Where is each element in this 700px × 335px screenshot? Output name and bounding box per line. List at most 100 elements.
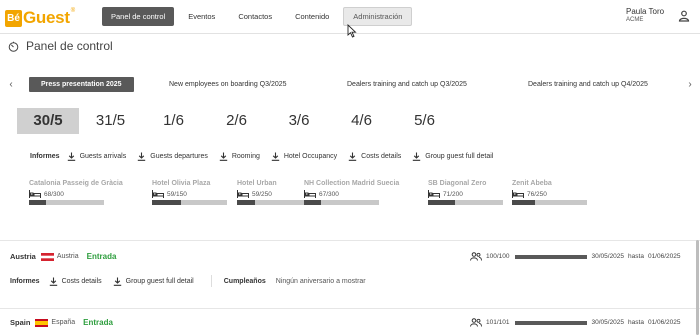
scrollbar[interactable] [696,240,699,335]
hotel-card[interactable]: SB Diagonal Zero 71/200 [428,180,503,205]
austria-reports-bar: Informes Costs details Group guest full … [10,275,366,287]
report-link-label: Guests arrivals [79,153,127,160]
date-tab[interactable]: 1/6 [142,108,205,134]
bed-icon [428,190,440,198]
download-icon [113,277,121,286]
date-tab[interactable]: 4/6 [330,108,393,134]
hotel-card[interactable]: Hotel Urban 59/250 [237,180,312,205]
country-name: Spain [10,318,31,327]
prev-event-button[interactable]: ‹ [6,79,16,91]
event-tab-dealers-q4[interactable]: Dealers training and catch up Q4/2025 [528,77,648,92]
report-guests-arrivals[interactable]: Guests arrivals [67,152,127,161]
hotel-name: Catalonia Passeig de Gràcia [29,180,123,187]
date-tab[interactable]: 3/6 [268,108,330,134]
date-from: 30/05/2025 [591,319,625,326]
hotel-capacity: 59/250 [252,190,272,198]
date-to: 01/06/2025 [647,253,681,260]
date-tab[interactable]: 30/5 [17,108,79,134]
occupancy-bar [428,200,503,205]
date-separator: hasta [628,253,644,260]
date-separator: hasta [628,319,644,326]
report-link-label: Costs details [361,153,402,160]
hotel-card[interactable]: NH Collection Madrid Suecia 67/300 [304,180,399,205]
report-guests-departures[interactable]: Guests departures [137,152,208,161]
event-tab-new-employees[interactable]: New employees on boarding Q3/2025 [169,77,287,92]
logo-badge: Bé [5,9,22,27]
occupancy-bar [237,200,312,205]
spain-flag-icon [35,318,49,327]
nav-eventos[interactable]: Eventos [179,7,224,26]
page-title: Panel de control [8,39,113,53]
mouse-cursor-icon [347,24,357,38]
download-icon [49,277,57,286]
occupancy-fill [152,200,182,205]
download-icon [219,152,228,161]
user-name: Paula Toro [626,7,665,16]
download-icon [67,152,75,161]
report-link-label: Group guest full detail [425,153,494,160]
date-to: 01/06/2025 [647,319,681,326]
hotel-name: SB Diagonal Zero [428,180,487,187]
event-tabs: ‹ Press presentation 2025 New employees … [0,75,700,95]
occupancy-bar [152,200,227,205]
country-row-austria[interactable]: Austria Austria Entrada [10,252,116,261]
report-hotel-occupancy[interactable]: Hotel Occupancy [271,152,337,161]
birthdays-text: Ningún aniversario a mostrar [275,277,366,285]
nav-contactos[interactable]: Contactos [229,7,281,26]
bed-icon [512,190,524,198]
vertical-divider [210,275,212,287]
country-row-spain[interactable]: Spain España Entrada [10,318,113,327]
hotel-card[interactable]: Hotel Olivia Plaza 59/150 [152,180,227,205]
report-link-label: Rooming [231,153,260,160]
nav-contenido[interactable]: Contenido [286,7,338,26]
status-badge: Entrada [86,252,117,261]
hotel-name: Hotel Olivia Plaza [152,180,211,187]
hotel-card[interactable]: Zenit Abeba 76/250 [512,180,587,205]
country-stats-austria: 100/100 30/05/2025 hasta 01/06/2025 [470,252,681,261]
speedometer-icon [8,41,19,52]
section-divider [0,308,700,309]
hotel-capacity: 68/300 [44,190,64,198]
nav-panel-de-control[interactable]: Panel de control [102,7,175,26]
user-info[interactable]: Paula Toro ACME [626,7,664,23]
report-link-label: Hotel Occupancy [283,153,338,160]
event-tab-press-presentation[interactable]: Press presentation 2025 [29,77,134,92]
bed-icon [237,190,249,198]
report-costs-details[interactable]: Costs details [49,277,102,286]
download-icon [138,152,146,161]
occupancy-fill [304,200,321,205]
date-tab[interactable]: 31/5 [79,108,142,134]
section-divider [0,240,700,241]
hotel-capacity: 67/300 [319,190,339,198]
report-group-guest-full-detail[interactable]: Group guest full detail [412,152,493,161]
main-nav: Panel de control Eventos Contactos Conte… [102,7,417,26]
report-costs-details[interactable]: Costs details [348,152,401,161]
next-event-button[interactable]: › [685,79,695,91]
download-icon [271,152,280,161]
country-stats-spain: 101/101 30/05/2025 hasta 01/06/2025 [470,318,681,327]
user-company: ACME [626,17,644,23]
download-icon [413,152,421,161]
user-icon[interactable] [678,10,690,22]
hotel-card[interactable]: Catalonia Passeig de Gràcia 68/300 [29,180,123,205]
event-tab-dealers-q3[interactable]: Dealers training and catch up Q3/2025 [347,77,467,92]
report-link-label: Costs details [61,277,102,285]
birthdays-label: Cumpleaños [223,277,266,285]
date-selector: 30/5 31/5 1/6 2/6 3/6 4/6 5/6 [17,108,456,134]
hotel-capacity: 59/150 [167,190,187,198]
bed-icon [29,190,41,198]
date-tab[interactable]: 5/6 [393,108,456,134]
date-tab[interactable]: 2/6 [205,108,268,134]
guest-progress-bar [514,320,587,325]
beguest-logo[interactable]: Bé Guest ® [5,8,75,28]
country-name: Austria [10,252,36,261]
country-local-name: España [51,319,76,326]
occupancy-fill [29,200,47,205]
reports-bar: Informes Guests arrivals Guests departur… [30,152,504,161]
logo-registered-mark: ® [70,8,76,14]
report-group-guest-full-detail[interactable]: Group guest full detail [113,277,194,286]
report-rooming[interactable]: Rooming [219,152,260,161]
hotel-name: Zenit Abeba [512,180,552,187]
occupancy-bar [29,200,104,205]
austria-flag-icon [40,252,54,261]
